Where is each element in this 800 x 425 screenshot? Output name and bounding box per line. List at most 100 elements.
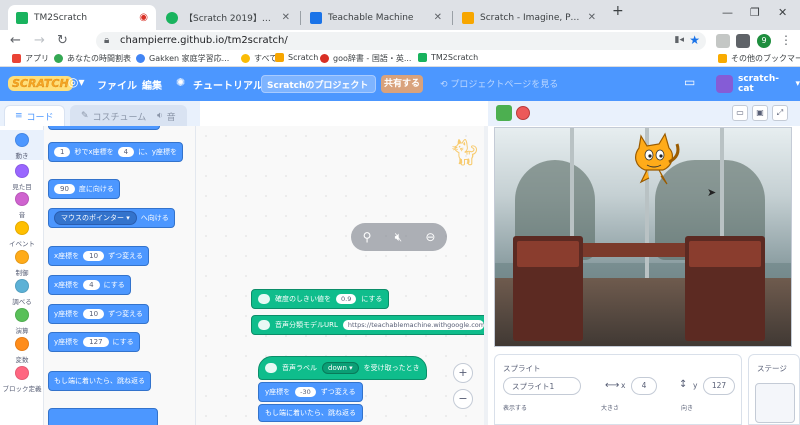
code-block-set-threshold[interactable]: 確度のしきい値を 0.9 にする (251, 289, 390, 309)
tutorials-bulb-icon: ✺ (176, 76, 186, 89)
category-events[interactable]: イベント (0, 221, 44, 248)
scratch-logo[interactable]: SCRATCH (8, 76, 73, 91)
tab-code[interactable]: ≡ コード (4, 105, 65, 126)
back-icon[interactable]: ← (10, 33, 21, 49)
sprite-x-field[interactable]: 4 (631, 377, 657, 395)
bookmark-timetable[interactable]: あなたの時間割表 (54, 53, 131, 64)
url-text: champierre.github.io/tm2scratch/ (120, 35, 288, 46)
category-control[interactable]: 制御 (0, 250, 44, 277)
code-block-when-sound-label-received[interactable]: 音声ラベル down ▾ を受け取ったとき (258, 356, 427, 380)
zoom-out-icon[interactable]: − (453, 389, 473, 409)
tab-scratch-share[interactable]: Scratch - Imagine, Program, Share ✕ (454, 5, 604, 30)
stop-icon[interactable] (516, 106, 530, 120)
bookmark-star-icon[interactable]: ★ (689, 33, 700, 47)
category-sensing[interactable]: 調べる (0, 279, 44, 306)
dropdown-arrow-icon: ▾ (126, 214, 130, 222)
palette-block-bounce[interactable]: もし端に着いたら、跳ね返る (48, 371, 151, 391)
close-tab-icon[interactable]: ✕ (582, 12, 596, 23)
y-label: y (693, 381, 698, 390)
show-label: 表示する (503, 405, 528, 412)
bookmark-apps[interactable]: アプリ (12, 53, 49, 64)
mute-icon[interactable]: 🔇︎ (395, 230, 403, 245)
normal-stage-icon[interactable]: ▣ (752, 105, 768, 121)
green-flag-icon[interactable] (496, 105, 512, 121)
reload-icon[interactable]: ↻ (57, 33, 68, 49)
y-arrows-icon: ↕ (679, 379, 688, 390)
menu-file[interactable]: ファイル (97, 77, 137, 92)
tab-separator (452, 11, 453, 25)
extension-icon[interactable] (716, 34, 730, 48)
forward-icon[interactable]: → (34, 33, 45, 49)
my-blocks-dot-icon (15, 366, 29, 380)
profile-avatar[interactable]: 9 (757, 34, 771, 48)
language-globe-icon[interactable]: ◎▾ (68, 75, 85, 89)
palette-block-point-direction[interactable]: 90 度に向ける (48, 179, 120, 199)
stage-canvas[interactable]: ➤ (494, 127, 792, 347)
restore-icon[interactable]: ❐ (750, 6, 760, 19)
sprite-y-field[interactable]: 127 (703, 377, 735, 395)
palette-block-set-x[interactable]: x座標を 4 にする (48, 275, 131, 295)
project-title-input[interactable] (261, 75, 376, 93)
sprite-name-field[interactable]: スプライト1 (503, 377, 581, 395)
menu-kebab-icon[interactable]: ⋮ (780, 33, 792, 47)
category-variables[interactable]: 変数 (0, 337, 44, 364)
zoom-in-icon[interactable]: + (453, 363, 473, 383)
code-block-change-y[interactable]: y座標を -30 ずつ変える (258, 382, 363, 402)
size-label: 大きさ (601, 405, 620, 412)
tab-costumes[interactable]: ✎ コスチューム (70, 105, 158, 126)
category-looks[interactable]: 見た目 (0, 164, 44, 191)
motion-dot-icon (15, 133, 29, 147)
share-button[interactable]: 共有する (381, 75, 423, 93)
code-workspace[interactable]: 🐈︎ ⚲ 🔇︎ ⊖ 確度のしきい値を 0.9 にする 音声分類モデルURL ht… (196, 126, 488, 425)
category-operators[interactable]: 演算 (0, 308, 44, 335)
palette-block-partial[interactable] (48, 126, 160, 130)
bookmark-goo[interactable]: goo辞書 - 国語・英... (320, 53, 411, 64)
palette-block-change-y[interactable]: y座標を 10 ずつ変える (48, 304, 149, 324)
user-account-menu[interactable]: scratch-cat ▾ (716, 74, 800, 94)
see-project-page-button[interactable]: ⟲ プロジェクトページを見る (440, 77, 558, 90)
new-tab-icon[interactable]: + (612, 3, 624, 19)
palette-block-glide-xy[interactable]: 1 秒でx座標を 4 に、y座標を (48, 142, 184, 162)
minimize-icon[interactable]: — (722, 6, 733, 19)
tab-tm2scratch[interactable]: TM2Scratch ◉ (8, 5, 156, 30)
pin-icon[interactable]: ⚲ (363, 230, 372, 244)
category-sound[interactable]: 音 (0, 192, 44, 219)
close-window-icon[interactable]: ✕ (778, 6, 787, 19)
palette-block-change-x[interactable]: x座標を 10 ずつ変える (48, 246, 149, 266)
code-block-bounce[interactable]: もし端に着いたら、跳ね返る (258, 404, 363, 422)
menu-tutorials[interactable]: チュートリアル (193, 77, 263, 92)
bookmark-scratch[interactable]: Scratch (275, 53, 318, 62)
category-my-blocks[interactable]: ブロック定義 (0, 366, 44, 393)
puzzle-icon[interactable] (736, 34, 750, 48)
stage-selector-panel[interactable]: ステージ (748, 354, 800, 425)
tab-sounds[interactable]: 🔉︎ 音 (146, 105, 187, 126)
address-bar[interactable]: 🔒︎ champierre.github.io/tm2scratch/ ★ ▮◂ (96, 32, 706, 50)
workspace-scrollbar[interactable] (484, 126, 488, 425)
teachable-machine-favicon-icon (310, 11, 322, 24)
bookmark-tm2scratch[interactable]: TM2Scratch (418, 53, 478, 62)
palette-block-point-towards[interactable]: マウスのポインター ▾ へ向ける (48, 208, 175, 228)
menu-edit[interactable]: 編集 (142, 77, 162, 92)
tab-scratch-2019[interactable]: 【Scratch 2019】Scratch を使い音声... ✕ (158, 5, 298, 30)
scratch-cat-sprite-icon[interactable] (623, 128, 683, 188)
tab-teachable-machine[interactable]: Teachable Machine ✕ (302, 5, 450, 30)
scratch-menu-bar: SCRATCH ◎▾ ファイル 編集 ✺ チュートリアル 共有する ⟲ プロジェ… (0, 67, 800, 101)
close-tab-icon[interactable]: ✕ (428, 12, 442, 23)
fullscreen-icon[interactable]: ⤢ (772, 105, 788, 121)
palette-block-set-y[interactable]: y座標を 127 にする (48, 332, 140, 352)
code-block-model-url[interactable]: 音声分類モデルURL https://teachablemachine.with… (251, 315, 488, 335)
bookmark-all[interactable]: すべて (241, 53, 277, 64)
minus-circle-icon[interactable]: ⊖ (425, 230, 435, 244)
palette-block-partial-bottom[interactable] (48, 408, 158, 425)
stage-thumbnail[interactable] (755, 383, 795, 423)
browser-tab-bar: TM2Scratch ◉ 【Scratch 2019】Scratch を使い音声… (0, 0, 800, 30)
small-stage-icon[interactable]: ▭ (732, 105, 748, 121)
category-motion[interactable]: 動き (0, 130, 44, 160)
camera-icon[interactable]: ▮◂ (675, 35, 684, 45)
close-tab-icon[interactable]: ✕ (276, 12, 290, 23)
my-stuff-folder-icon[interactable]: ▭ (684, 75, 695, 89)
stage-chair-shape (685, 236, 765, 341)
other-bookmarks[interactable]: その他のブックマーク (718, 53, 800, 64)
user-avatar (716, 75, 733, 93)
bookmark-gakken[interactable]: Gakken 家庭学習応... (136, 53, 229, 64)
